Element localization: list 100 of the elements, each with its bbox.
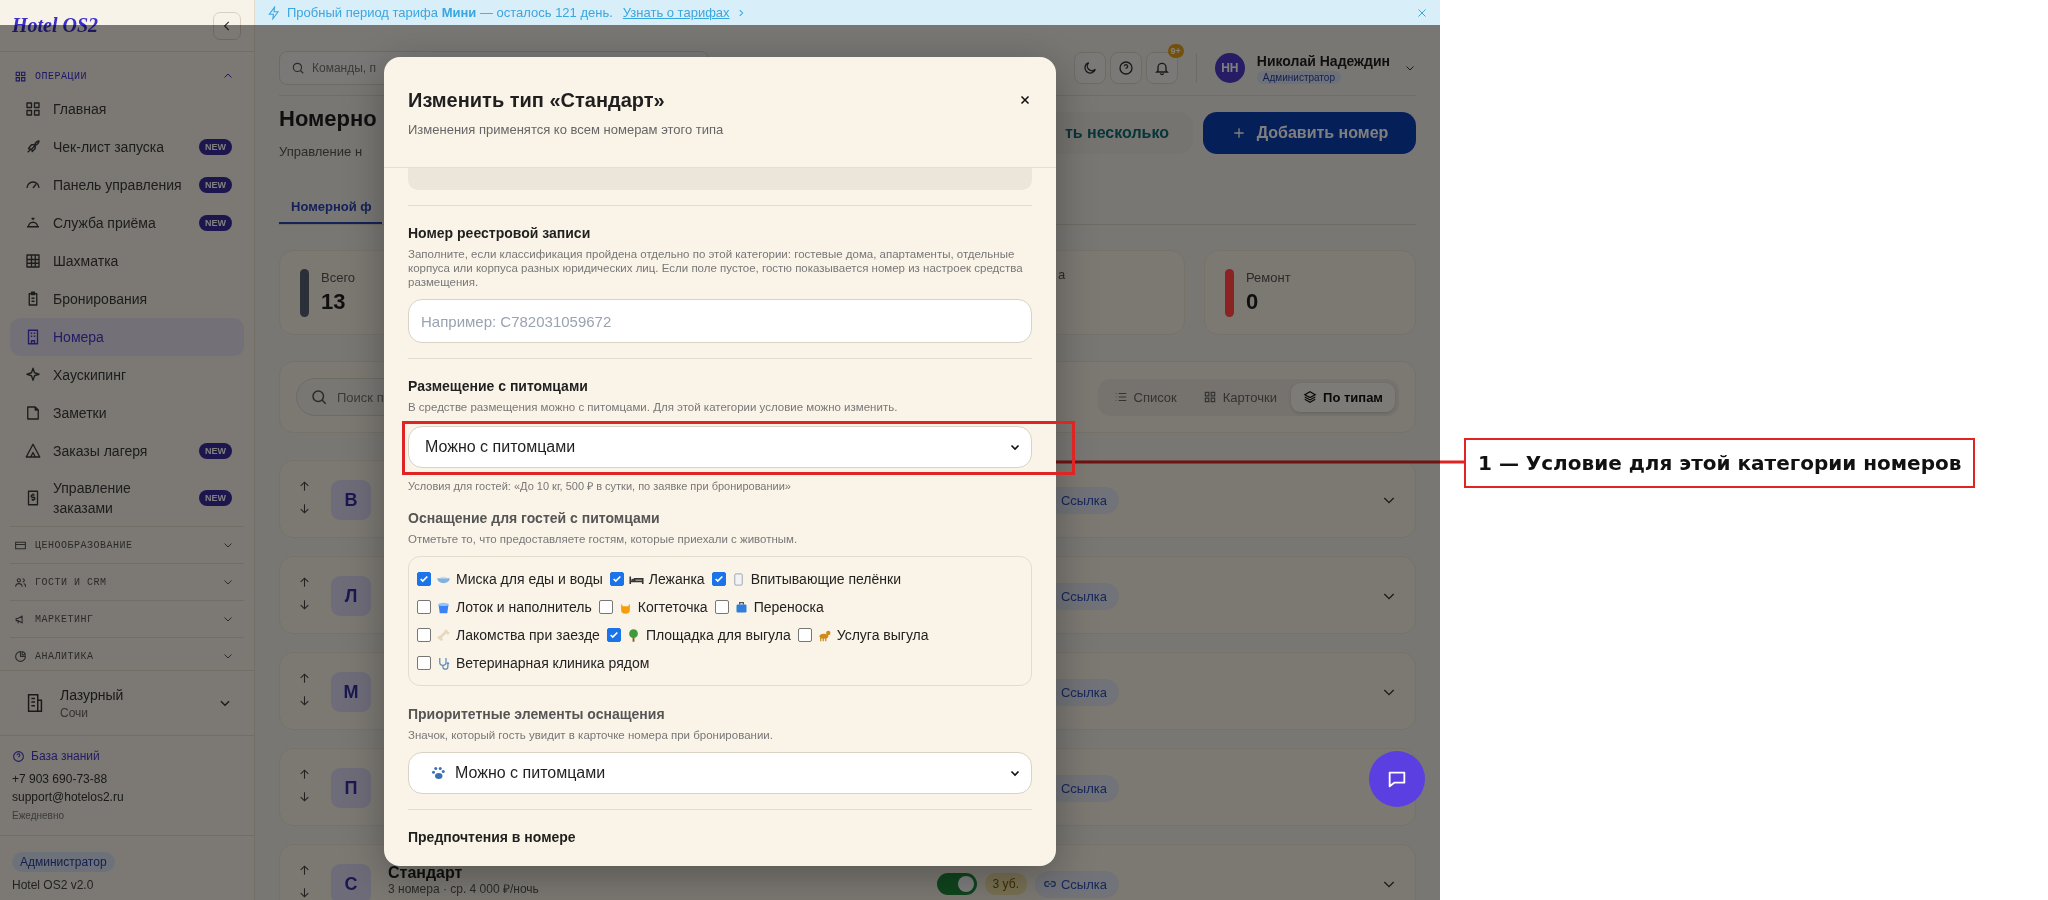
grid-icon — [14, 69, 27, 83]
tariff-link[interactable]: Узнать о тарифах — [622, 5, 730, 20]
stethoscope-icon — [436, 655, 451, 671]
page-subtitle: Управление н — [279, 144, 364, 159]
arrow-up-icon[interactable] — [298, 672, 311, 685]
checkbox[interactable] — [711, 572, 726, 586]
nav-item[interactable]: Главная — [10, 90, 244, 128]
input-field[interactable]: Например: С782031059672 — [408, 299, 1032, 343]
checkbox-label: Лакомства при заезде — [456, 627, 600, 643]
link-chip[interactable]: Ссылка — [1034, 870, 1119, 898]
checkbox-label: Лоток и наполнитель — [456, 599, 592, 615]
select-field[interactable]: Можно с питомцами — [408, 752, 1032, 794]
email-text: support@hotelos2.ru — [12, 789, 125, 806]
knowledge-base-link[interactable]: База знаний — [31, 749, 100, 763]
stat-label: Всего — [321, 270, 356, 285]
banner-text: Пробный период тарифа Мини — осталось 121 день. — [287, 5, 613, 20]
lightning-icon — [267, 5, 281, 20]
checkbox[interactable] — [609, 572, 624, 586]
section-header[interactable]: ГОСТИ И CRM — [10, 564, 244, 600]
hours-text: Ежедневно — [12, 809, 66, 823]
nav-item[interactable]: Управление заказами NEW — [10, 470, 244, 526]
checkbox[interactable] — [598, 600, 613, 614]
field-label: Оснащение для гостей с питомцами — [408, 509, 661, 528]
nav-item[interactable]: Заметки — [10, 394, 244, 432]
letter-avatar: М — [331, 672, 371, 712]
bone-icon — [436, 627, 451, 643]
view-tab[interactable]: По типам — [1291, 382, 1395, 412]
nav-item[interactable]: Хаускипинг — [10, 356, 244, 394]
collapse-button[interactable] — [213, 11, 241, 40]
checkbox-label: Впитывающие пелёнки — [750, 571, 901, 587]
checkbox-label: Площадка для выгула — [645, 627, 791, 643]
notification-badge: 9+ — [1167, 44, 1184, 58]
add-room-button[interactable]: Добавить номер — [1203, 112, 1416, 154]
section-header[interactable]: ЦЕНООБРАЗОВАНИЕ — [10, 527, 244, 563]
nav-item[interactable]: Бронирования — [10, 280, 244, 318]
arrow-down-icon[interactable] — [298, 598, 311, 611]
count-badge: 3 уб. — [984, 873, 1027, 895]
theme-button[interactable] — [1073, 52, 1106, 84]
checkbox-label: Миска для еды и воды — [456, 571, 603, 587]
new-badge: NEW — [199, 177, 232, 193]
checkbox[interactable] — [417, 628, 431, 642]
property-switcher[interactable]: Лазурный Сочи — [0, 670, 254, 736]
help-button[interactable] — [1109, 52, 1142, 84]
role-badge: Администратор — [1256, 70, 1341, 84]
arrow-up-icon[interactable] — [298, 480, 311, 493]
nav-item[interactable]: Шахматка — [10, 242, 244, 280]
nav-item[interactable]: Номера — [10, 318, 244, 356]
checkbox-label: Услуга выгула — [836, 627, 929, 643]
nav-item[interactable]: Заказы лагеря NEW — [10, 432, 244, 470]
stat-label: Ремонт — [1246, 270, 1291, 285]
close-icon[interactable] — [1018, 93, 1032, 107]
bell-icon — [1153, 60, 1170, 76]
nav-item[interactable]: Панель управления NEW — [10, 166, 244, 204]
arrow-down-icon[interactable] — [298, 502, 311, 515]
arrow-up-icon[interactable] — [298, 864, 311, 877]
stat-value: 13 — [321, 289, 347, 315]
view-tab[interactable]: Список — [1101, 382, 1189, 412]
phone-text: +7 903 690-73-88 — [12, 771, 109, 788]
field-label: Приоритетные элементы оснащения — [408, 705, 666, 724]
room-type-name: Стандарт — [388, 864, 464, 882]
new-badge: NEW — [199, 490, 232, 506]
nav-item[interactable]: Служба приёма NEW — [10, 204, 244, 242]
help-icon — [1117, 60, 1134, 76]
letter-avatar: В — [331, 480, 371, 520]
check-icon — [419, 574, 429, 584]
arrow-up-icon[interactable] — [298, 768, 311, 781]
toggle-switch[interactable] — [936, 873, 977, 895]
arrow-down-icon[interactable] — [298, 886, 311, 899]
checkbox[interactable] — [417, 572, 431, 586]
section-header[interactable]: АНАЛИТИКА — [10, 638, 244, 670]
section-header[interactable]: МАРКЕТИНГ — [10, 601, 244, 637]
search-icon — [291, 61, 305, 75]
notifications-button[interactable] — [1145, 52, 1178, 84]
select-field[interactable]: Можно с питомцами — [408, 426, 1032, 468]
field-hint: Заполните, если классификация пройдена отдельно по этой категории: гостевые дома, апартаменты, отдельные корпуса или корпуса разных юридических лиц. Если поле пустое, гостю показывается номер из настроек средства размещения. — [408, 247, 1024, 289]
tab[interactable]: Номерной ф — [279, 190, 382, 224]
check-icon — [608, 630, 619, 640]
checkbox[interactable] — [797, 628, 812, 642]
arrow-down-icon[interactable] — [298, 790, 311, 803]
new-badge: NEW — [199, 139, 232, 155]
checkbox[interactable] — [417, 656, 431, 670]
arrow-down-icon[interactable] — [298, 694, 311, 707]
moon-icon — [1081, 60, 1098, 76]
checkbox[interactable] — [606, 628, 621, 642]
checkbox[interactable] — [417, 600, 431, 614]
users-icon — [14, 575, 27, 589]
letter-avatar: Л — [331, 576, 371, 616]
tent-icon — [24, 442, 42, 460]
nav-item[interactable]: Чек-лист запуска NEW — [10, 128, 244, 166]
checkbox[interactable] — [714, 600, 729, 614]
field-label: Номер реестровой записи — [408, 224, 592, 243]
letter-avatar: П — [331, 768, 371, 808]
checkbox-label: Ветеринарная клиника рядом — [456, 655, 650, 671]
section-header[interactable]: ОПЕРАЦИИ — [10, 62, 244, 90]
room-type-summary: 3 номера · ср. 4 000 ₽/ночь — [388, 882, 540, 896]
new-badge: NEW — [199, 443, 232, 459]
dialog-subtitle: Изменения применятся ко всем номерам этого типа — [408, 121, 725, 139]
view-tab[interactable]: Карточки — [1190, 382, 1290, 412]
avatar: НН — [1214, 53, 1245, 83]
arrow-up-icon[interactable] — [298, 576, 311, 589]
